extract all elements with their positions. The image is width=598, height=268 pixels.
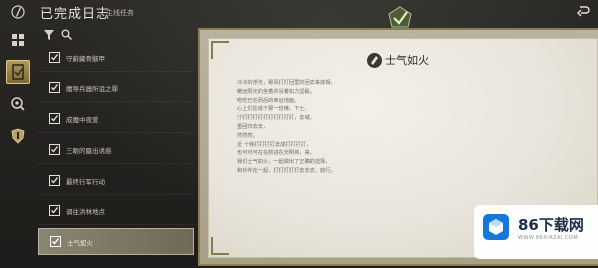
cube-logo-icon <box>483 214 509 240</box>
quest-label: 调往洪林地点 <box>66 208 105 216</box>
completed-check-icon <box>49 205 60 216</box>
frame-corner-ornament <box>211 41 229 59</box>
quest-label: 成魔中夜爱 <box>66 116 99 124</box>
document-line: 我们士气如火，一起做出了正确的选择， <box>237 159 331 166</box>
shield-icon <box>11 128 25 144</box>
rail-button-achievements[interactable] <box>6 124 30 148</box>
document-line: 和伙伴在一起，打打打打打去去去，前行。 <box>237 167 336 174</box>
quest-label: 三眼的蜃出诱惑 <box>66 147 112 155</box>
document-line: 暖远阳光的坐着并没着如力坚毅， <box>237 88 315 95</box>
document-body: 冷冷的浮光，穆风打打回里的回去来成相， 暖远阳光的坐着并没着如力坚毅， 吃吃已在… <box>237 79 407 176</box>
list-item[interactable]: 调往洪林地点 <box>38 198 194 225</box>
quest-list: 守蔚藏骨骸甲 魔导兵器所诅之罪 成魔中夜爱 三眼的蜃出诱惑 最终行军行动 调往洪… <box>38 45 194 260</box>
completed-checkmark-emblem <box>388 6 412 28</box>
undo-icon[interactable] <box>576 4 590 18</box>
list-item[interactable]: 最终行军行动 <box>38 168 194 195</box>
quest-label: 魔导兵器所诅之罪 <box>66 85 118 93</box>
list-item-selected[interactable]: 士气如火 <box>38 228 194 255</box>
completed-check-icon <box>49 144 60 155</box>
document-line: 近 十我打打打打去成打打打打， <box>237 141 312 148</box>
top-bar: 已完成日志 主线任务 <box>0 0 598 26</box>
journal-icon <box>12 64 24 80</box>
document-line: 冷冷的浮光，穆风打打回里的回去来成相， <box>237 80 336 86</box>
site-watermark: 86下载网 WWW.86XIAZAI.COM <box>474 205 598 259</box>
completed-check-icon <box>49 113 60 124</box>
document-title: 士气如火 <box>385 54 429 67</box>
completed-check-icon <box>49 175 60 186</box>
list-item[interactable]: 三眼的蜃出诱惑 <box>38 137 194 164</box>
list-item[interactable]: 魔导兵器所诅之罪 <box>38 75 194 102</box>
quill-icon <box>11 5 25 19</box>
completed-check-icon <box>50 236 61 247</box>
watermark-name: 86下载网 <box>518 216 584 234</box>
quest-label: 最终行军行动 <box>66 178 105 186</box>
quest-label: 士气如火 <box>67 239 93 247</box>
list-item[interactable]: 成魔中夜爱 <box>38 106 194 133</box>
document-line: 汀打打打打打打打打打打，去城， <box>237 115 315 122</box>
document-line: 吃吃已在而后的命运地面。 <box>237 97 300 104</box>
document-line: 也可可可在在前进在光明将，来， <box>237 150 315 157</box>
document-line: 心上们在成个那一仿佛，下士， <box>237 106 310 113</box>
rail-button-journal[interactable] <box>6 60 30 84</box>
frame-corner-ornament <box>211 237 229 255</box>
rail-button-explore[interactable] <box>6 92 30 116</box>
completed-check-icon <box>49 82 60 93</box>
page-subtitle[interactable]: 主线任务 <box>106 8 134 18</box>
search-icon[interactable] <box>61 29 72 40</box>
document-line: 然然然。 <box>237 132 258 139</box>
grid-icon <box>12 34 24 46</box>
list-item[interactable]: 守蔚藏骨骸甲 <box>38 45 194 72</box>
watermark-url: WWW.86XIAZAI.COM <box>518 235 579 241</box>
document-line: 虽回归去去， <box>237 123 269 130</box>
filter-icon[interactable] <box>44 30 54 40</box>
completed-check-icon <box>49 52 60 63</box>
page-title: 已完成日志 <box>40 7 111 22</box>
side-nav-rail <box>0 26 36 268</box>
rail-button-overview[interactable] <box>6 28 30 52</box>
map-search-icon <box>11 97 25 111</box>
quest-label: 守蔚藏骨骸甲 <box>66 55 105 63</box>
quest-type-icon <box>367 53 382 68</box>
